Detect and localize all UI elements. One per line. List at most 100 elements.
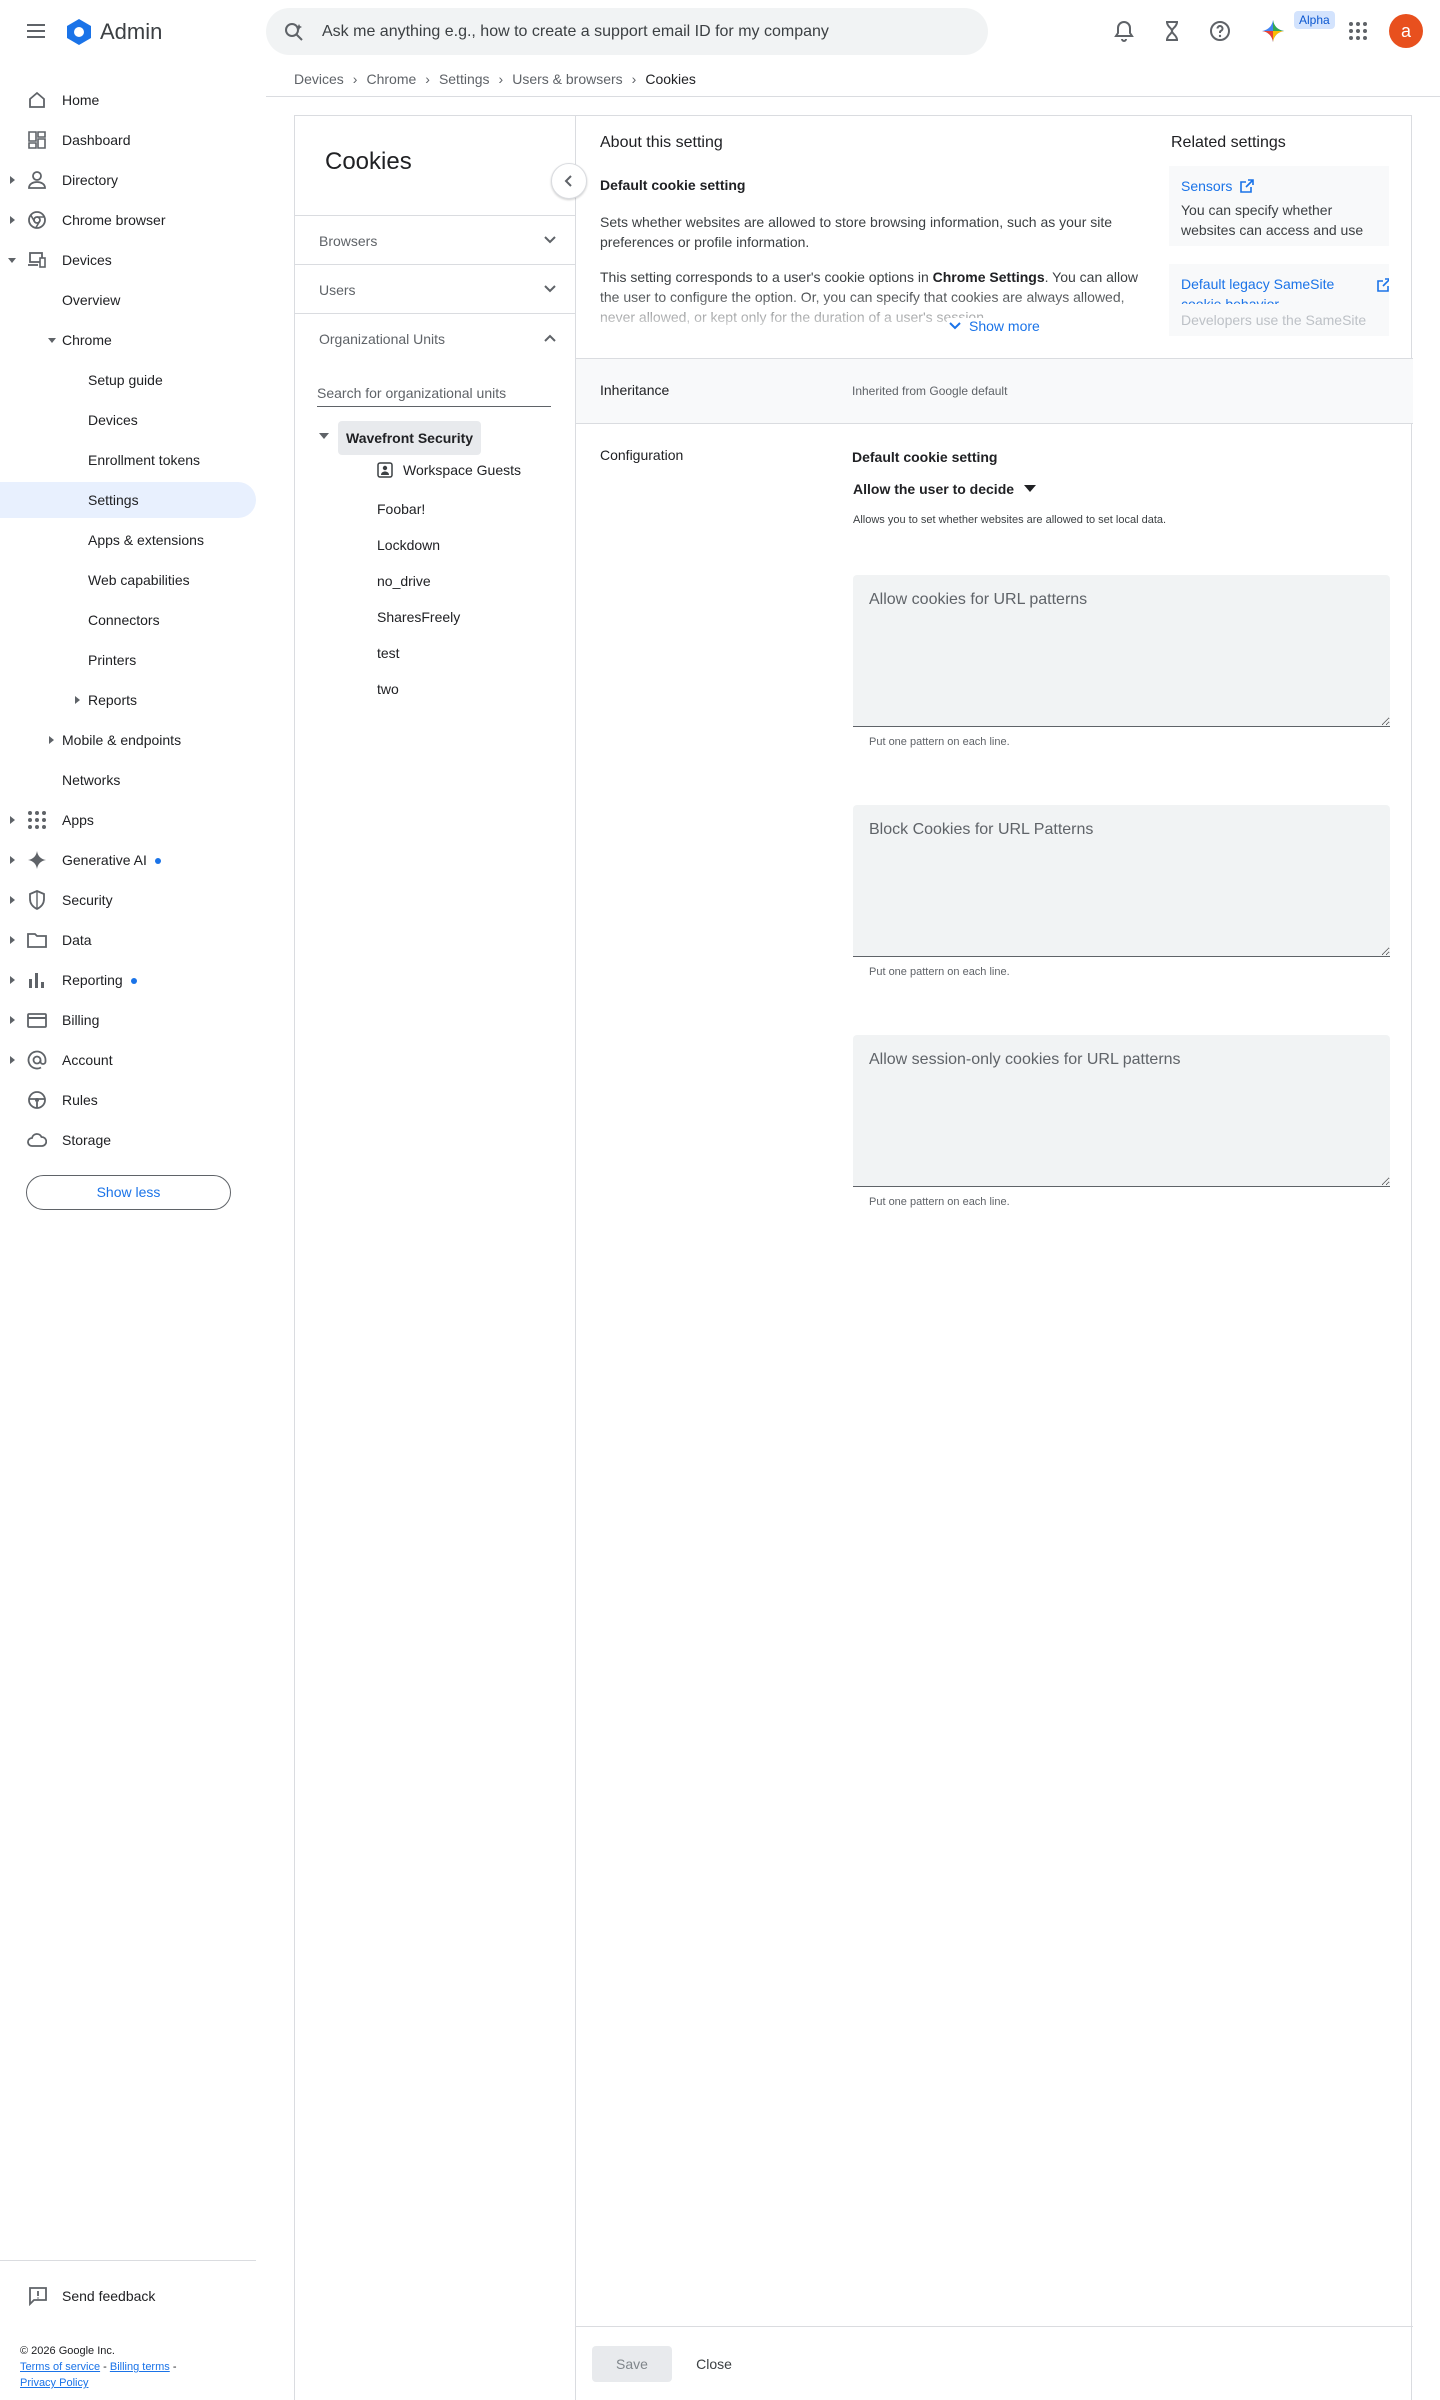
sidebar-item-reporting[interactable]: Reporting [0, 962, 256, 998]
sidebar-item-printers[interactable]: Printers [0, 642, 256, 678]
tasks-hourglass-icon[interactable] [1160, 19, 1184, 43]
privacy-link[interactable]: Privacy Policy [20, 2377, 88, 2389]
about-heading: About this setting [600, 134, 723, 151]
chevron-up-icon [544, 334, 556, 342]
sidebar-item-chrome-devices[interactable]: Devices [0, 402, 256, 438]
ou-search-input[interactable] [317, 379, 551, 407]
cookie-setting-dropdown[interactable]: Allow the user to decide [853, 481, 1037, 497]
breadcrumb-settings[interactable]: Settings [439, 71, 490, 87]
gemini-sparkle-icon[interactable] [1261, 19, 1285, 43]
related-link[interactable]: Default legacy SameSite cookie behavior [1181, 274, 1356, 304]
related-item-samesite[interactable]: Default legacy SameSite cookie behavior … [1169, 264, 1389, 336]
top-bar: Admin Alpha a [0, 0, 1440, 62]
sidebar-item-label: Devices [88, 412, 138, 428]
ou-item[interactable]: two [377, 681, 399, 697]
sidebar-item-chrome[interactable]: Chrome [0, 322, 256, 358]
help-icon[interactable] [1208, 19, 1232, 43]
sidebar-item-account[interactable]: Account [0, 1042, 256, 1078]
sidebar-item-dashboard[interactable]: Dashboard [0, 122, 256, 158]
account-avatar[interactable]: a [1389, 14, 1423, 48]
sidebar-item-connectors[interactable]: Connectors [0, 602, 256, 638]
save-button[interactable]: Save [592, 2346, 672, 2382]
sidebar-item-apps[interactable]: Apps [0, 802, 256, 838]
search-input[interactable] [322, 8, 962, 55]
collapse-panel-button[interactable] [551, 163, 587, 199]
show-more-button[interactable]: Show more [947, 318, 1040, 334]
ou-root[interactable]: Wavefront Security [338, 421, 482, 455]
allow-cookies-textarea[interactable] [853, 575, 1390, 727]
inheritance-label: Inheritance [600, 382, 670, 398]
sidebar-divider [0, 2260, 256, 2261]
sidebar-item-directory[interactable]: Directory [0, 162, 256, 198]
inheritance-value: Inherited from Google default [852, 384, 1008, 398]
breadcrumb-current: Cookies [645, 71, 696, 87]
ou-workspace-guests[interactable]: Workspace Guests [377, 462, 521, 478]
expand-arrow-icon [10, 216, 15, 224]
breadcrumb-users-browsers[interactable]: Users & browsers [512, 71, 622, 87]
sidebar-item-overview[interactable]: Overview [0, 282, 256, 318]
block-cookies-textarea[interactable] [853, 805, 1390, 957]
sidebar-item-home[interactable]: Home [0, 82, 256, 118]
section-browsers[interactable]: Browsers [295, 215, 576, 264]
breadcrumb-devices[interactable]: Devices [294, 71, 344, 87]
section-users[interactable]: Users [295, 264, 576, 313]
shield-icon [27, 890, 47, 910]
breadcrumb-chrome[interactable]: Chrome [366, 71, 416, 87]
sidebar-item-apps-extensions[interactable]: Apps & extensions [0, 522, 256, 558]
sidebar-item-security[interactable]: Security [0, 882, 256, 918]
sidebar-item-storage[interactable]: Storage [0, 1122, 256, 1158]
sidebar-item-label: Dashboard [62, 132, 131, 148]
sidebar-item-enrollment-tokens[interactable]: Enrollment tokens [0, 442, 256, 478]
chevron-left-icon [564, 175, 572, 187]
section-organizational-units[interactable]: Organizational Units [295, 313, 576, 362]
main-menu-icon[interactable] [24, 19, 48, 43]
sidebar-item-networks[interactable]: Networks [0, 762, 256, 798]
ou-item[interactable]: no_drive [377, 573, 431, 589]
close-button[interactable]: Close [686, 2346, 742, 2382]
show-less-button[interactable]: Show less [26, 1175, 231, 1210]
ou-item[interactable]: test [377, 645, 400, 661]
apps-grid-icon[interactable] [1346, 19, 1370, 43]
admin-logo[interactable]: Admin [64, 17, 162, 47]
sidebar-item-devices[interactable]: Devices [0, 242, 256, 278]
related-item-sensors[interactable]: Sensors You can specify whether websites… [1169, 166, 1389, 246]
billing-terms-link[interactable]: Billing terms [110, 2361, 170, 2373]
sidebar-item-label: Mobile & endpoints [62, 732, 182, 748]
breadcrumb-separator-icon: › [498, 71, 504, 87]
sidebar-item-generative-ai[interactable]: Generative AI [0, 842, 256, 878]
notifications-bell-icon[interactable] [1112, 19, 1136, 43]
sidebar-item-web-capabilities[interactable]: Web capabilities [0, 562, 256, 598]
breadcrumb: Devices › Chrome › Settings › Users & brows… [294, 71, 696, 87]
sidebar-item-reports[interactable]: Reports [0, 682, 256, 718]
ou-item[interactable]: Lockdown [377, 537, 440, 553]
credit-card-icon [27, 1010, 47, 1030]
session-cookies-textarea[interactable] [853, 1035, 1390, 1187]
sidebar-item-label: Storage [62, 1132, 112, 1148]
admin-hexagon-icon [67, 19, 91, 45]
search-bar[interactable] [266, 8, 988, 55]
sidebar-item-rules[interactable]: Rules [0, 1082, 256, 1118]
sidebar-item-data[interactable]: Data [0, 922, 256, 958]
sidebar-item-chrome-browser[interactable]: Chrome browser [0, 202, 256, 238]
helper-text: Put one pattern on each line. [869, 966, 1010, 978]
related-link[interactable]: Sensors [1181, 178, 1232, 194]
copyright: © 2026 Google Inc. [20, 2345, 115, 2357]
ou-item[interactable]: Foobar! [377, 501, 425, 517]
sidebar-item-mobile-endpoints[interactable]: Mobile & endpoints [0, 722, 256, 758]
helper-text: Put one pattern on each line. [869, 736, 1010, 748]
expand-arrow-icon [10, 936, 15, 944]
send-feedback-button[interactable]: Send feedback [28, 2286, 155, 2306]
sidebar-item-settings[interactable]: Settings [0, 482, 256, 518]
terms-link[interactable]: Terms of service [20, 2361, 100, 2373]
chrome-icon [27, 210, 47, 230]
section-label: Users [319, 282, 356, 298]
ou-collapse-arrow-icon[interactable] [319, 433, 329, 439]
sidebar-item-label: Chrome [62, 332, 112, 348]
ou-item[interactable]: SharesFreely [377, 609, 460, 625]
sidebar-item-label: Setup guide [88, 372, 163, 388]
sidebar-item-setup-guide[interactable]: Setup guide [0, 362, 256, 398]
divider [576, 423, 1413, 424]
chevron-down-icon [544, 285, 556, 293]
sidebar-item-billing[interactable]: Billing [0, 1002, 256, 1038]
related-description: Developers use the SameSite [1181, 312, 1367, 328]
